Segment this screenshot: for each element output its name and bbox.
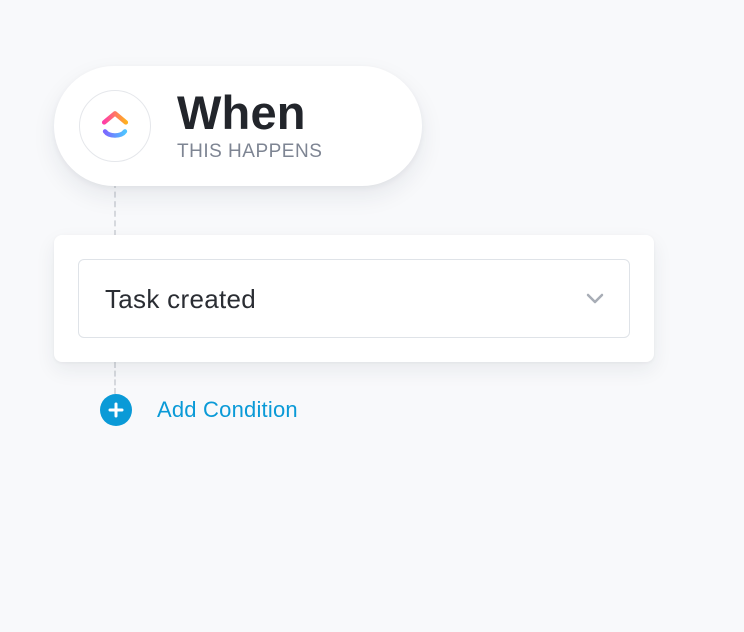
- add-condition-button[interactable]: Add Condition: [100, 394, 298, 426]
- trigger-subtitle: THIS HAPPENS: [177, 141, 323, 162]
- connector-line-top: [114, 182, 116, 236]
- trigger-header: When THIS HAPPENS: [54, 66, 422, 186]
- add-condition-label: Add Condition: [157, 397, 298, 422]
- trigger-title: When: [177, 86, 306, 139]
- trigger-card: Task created: [54, 235, 654, 362]
- trigger-text-group: When THIS HAPPENS: [177, 89, 322, 163]
- trigger-event-select[interactable]: Task created: [78, 259, 630, 338]
- selected-trigger-event: Task created: [105, 283, 257, 314]
- plus-circle-icon: [100, 394, 132, 426]
- connector-line-bottom: [114, 362, 116, 394]
- chevron-down-icon: [586, 293, 604, 303]
- automation-canvas: When THIS HAPPENS Task created Add Condi…: [0, 0, 744, 632]
- clickup-logo-icon: [79, 90, 151, 162]
